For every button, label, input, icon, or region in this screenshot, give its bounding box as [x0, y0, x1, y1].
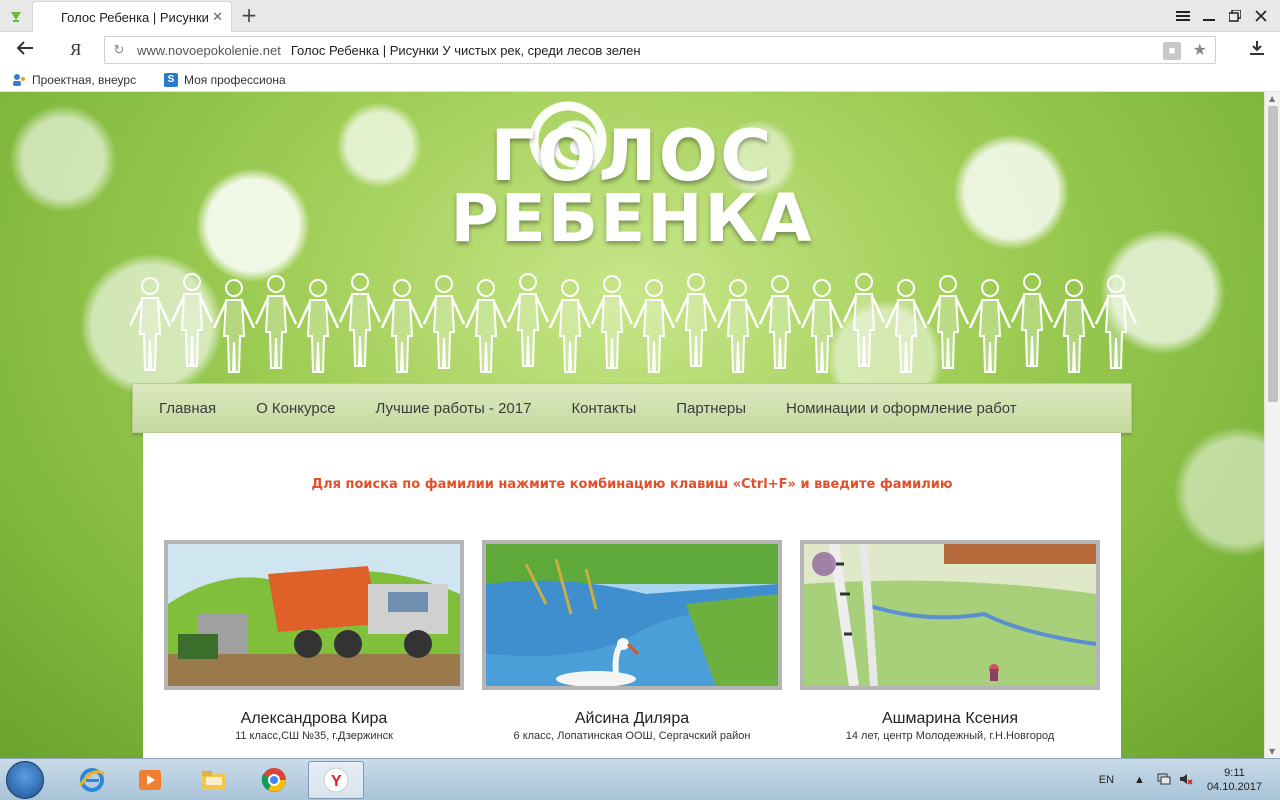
lock-icon[interactable]: ■: [1163, 42, 1181, 60]
bookmarks-bar: Проектная, внеурс S Моя профессиона: [0, 68, 1280, 92]
network-icon[interactable]: [1157, 772, 1171, 789]
menu-about[interactable]: О Конкурсе: [256, 400, 335, 417]
search-hint: Для поиска по фамилии нажмите комбинацию…: [311, 477, 953, 492]
bookmark-label: Моя профессиона: [184, 73, 286, 87]
bookmark-label: Проектная, внеурс: [32, 73, 137, 87]
browser-tab[interactable]: Голос Ребенка | Рисунки ✕: [32, 1, 232, 32]
artist-description: 6 класс, Лопатинская ООШ, Сергачский рай…: [513, 730, 751, 742]
address-bar[interactable]: ↻ www.novoepokolenie.net Голос Ребенка |…: [104, 36, 1216, 64]
menu-contacts[interactable]: Контакты: [571, 400, 636, 417]
sharepoint-icon: S: [164, 73, 178, 87]
scroll-thumb[interactable]: [1268, 106, 1278, 402]
artwork-card[interactable]: Ашмарина Ксения 14 лет, центр Молодежный…: [800, 540, 1100, 742]
media-player-icon[interactable]: [122, 761, 178, 799]
tray-expand-icon[interactable]: ▲: [1134, 774, 1145, 786]
new-tab-button[interactable]: +: [238, 4, 260, 26]
artwork-card[interactable]: Александрова Кира 11 класс,СШ №35, г.Дзе…: [164, 540, 464, 742]
clock-time: 9:11: [1224, 767, 1245, 779]
yandex-logo[interactable]: Я: [70, 40, 81, 60]
tab-title: Голос Ребенка | Рисунки: [61, 9, 209, 25]
browser-menu-icon[interactable]: [1170, 0, 1196, 32]
menu-nominations[interactable]: Номинации и оформление работ: [786, 400, 1017, 417]
internet-explorer-icon[interactable]: [64, 761, 120, 799]
menu-home[interactable]: Главная: [159, 400, 216, 417]
close-window-icon[interactable]: [1248, 0, 1274, 32]
artist-name[interactable]: Ашмарина Ксения: [800, 710, 1100, 728]
start-button[interactable]: [6, 761, 44, 799]
bookmark-item[interactable]: Проектная, внеурс: [12, 73, 136, 87]
navigation-bar: Я ↻ www.novoepokolenie.net Голос Ребенка…: [0, 32, 1280, 68]
artwork-image-swan[interactable]: [482, 540, 782, 690]
back-arrow-icon[interactable]: [16, 39, 34, 59]
web-page: ГОЛОС РЕБЕНКА Главная О Конкурсе Лучшие …: [0, 92, 1264, 758]
file-explorer-icon[interactable]: [186, 761, 242, 799]
download-icon[interactable]: [1250, 40, 1264, 60]
artist-description: 11 класс,СШ №35, г.Дзержинск: [235, 730, 393, 742]
artist-name[interactable]: Александрова Кира: [164, 710, 464, 728]
people-chain-illustration: [130, 272, 1138, 374]
main-menu: Главная О Конкурсе Лучшие работы - 2017 …: [132, 383, 1132, 433]
yandex-menu-icon[interactable]: [4, 4, 28, 28]
language-indicator[interactable]: EN: [1099, 774, 1114, 786]
url-page-title: Голос Ребенка | Рисунки У чистых рек, ср…: [290, 42, 641, 58]
scroll-down-icon[interactable]: ▼: [1269, 747, 1275, 756]
restore-icon[interactable]: [1222, 0, 1248, 32]
tab-close-icon[interactable]: ✕: [212, 9, 223, 25]
artist-name[interactable]: Айсина Диляра: [482, 710, 782, 728]
menu-best-works[interactable]: Лучшие работы - 2017: [376, 400, 532, 417]
bookmark-star-icon[interactable]: ★: [1193, 40, 1207, 60]
clock-date: 04.10.2017: [1206, 781, 1262, 793]
artwork-image-truck[interactable]: [164, 540, 464, 690]
artist-description: 14 лет, центр Молодежный, г.Н.Новгород: [845, 730, 1055, 742]
url-domain: www.novoepokolenie.net: [137, 42, 281, 58]
svg-text:Y: Y: [331, 773, 342, 790]
chrome-icon[interactable]: [246, 761, 302, 799]
tab-bar: Голос Ребенка | Рисунки ✕ +: [0, 0, 1280, 32]
user-bookmark-icon: [12, 73, 26, 87]
artwork-image-birch[interactable]: [800, 540, 1100, 690]
bookmark-item[interactable]: S Моя профессиона: [164, 73, 286, 87]
yandex-browser-icon[interactable]: Y: [308, 761, 364, 799]
scroll-up-icon[interactable]: ▲: [1269, 94, 1275, 103]
artwork-card[interactable]: Айсина Диляра 6 класс, Лопатинская ООШ, …: [482, 540, 782, 742]
windows-taskbar: Y EN ▲ 9:11 04.10.2017: [0, 758, 1280, 800]
menu-partners[interactable]: Партнеры: [676, 400, 746, 417]
reload-icon[interactable]: ↻: [105, 42, 133, 58]
logo-line2[interactable]: РЕБЕНКА: [0, 184, 1264, 254]
content-area: Для поиска по фамилии нажмите комбинацию…: [143, 433, 1121, 758]
clock[interactable]: 9:11 04.10.2017: [1207, 766, 1262, 794]
volume-muted-icon[interactable]: [1179, 772, 1193, 789]
minimize-icon[interactable]: [1196, 0, 1222, 32]
page-scrollbar[interactable]: ▲ ▼: [1264, 92, 1280, 758]
system-tray: EN ▲ 9:11 04.10.2017: [1099, 759, 1280, 800]
